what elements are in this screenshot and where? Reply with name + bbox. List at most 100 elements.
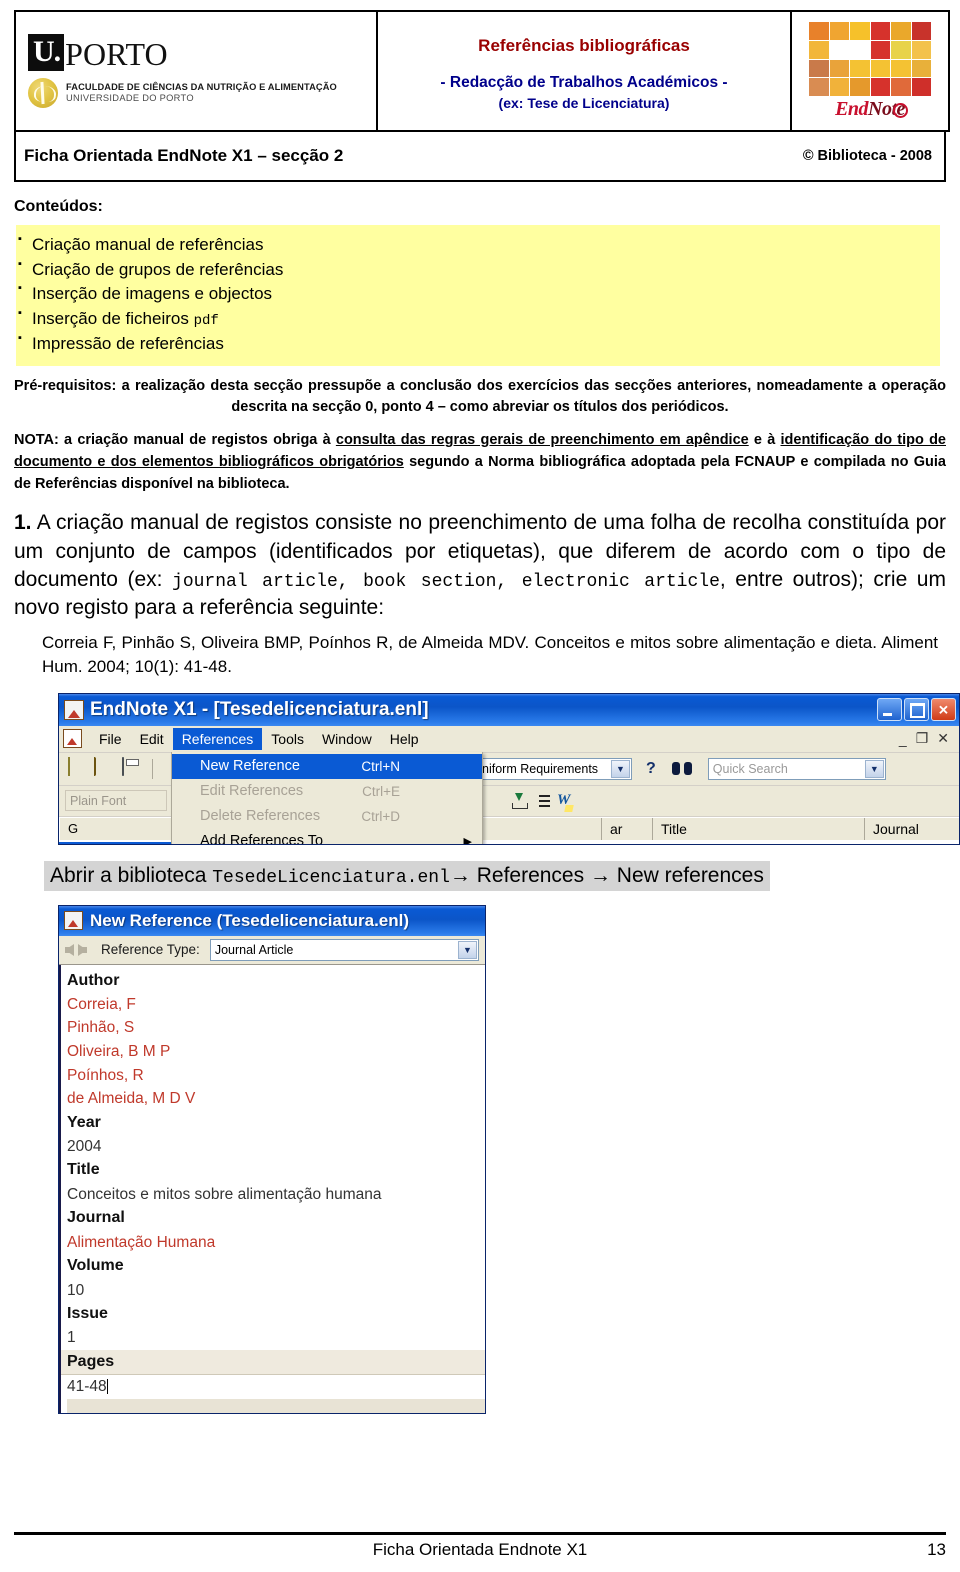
arrow-icon: → xyxy=(449,863,471,887)
nota-paragraph: NOTA: a criação manual de registos obrig… xyxy=(14,432,946,492)
field-value-title[interactable]: Conceitos e mitos sobre alimentação huma… xyxy=(67,1183,485,1207)
dialog-footer-strip xyxy=(67,1398,485,1413)
reference-type-combo[interactable]: Journal Article ▼ xyxy=(209,938,479,961)
section-title: Ficha Orientada EndNote X1 – secção 2 xyxy=(24,146,344,165)
field-value-author[interactable]: Oliveira, B M P xyxy=(67,1040,485,1064)
menu-help[interactable]: Help xyxy=(381,728,428,750)
menu-file[interactable]: File xyxy=(90,728,131,750)
field-value-author[interactable]: Pinhão, S xyxy=(67,1016,485,1040)
menu-item-edit-references[interactable]: Edit References Ctrl+E xyxy=(172,779,482,804)
faculty-name-line2: UNIVERSIDADE DO PORTO xyxy=(66,93,194,103)
uporto-logo: U. PORTO FACULDADE DE CIÊNCIAS DA NUTRIÇ… xyxy=(16,34,376,108)
contents-heading: Conteúdos: xyxy=(14,198,103,215)
row-title: The diagnosis and management of c... xyxy=(641,842,865,844)
word-icon[interactable]: W xyxy=(557,792,570,809)
header-title-cell: Referências bibliográficas - Redacção de… xyxy=(376,10,792,132)
chevron-down-icon[interactable]: ▼ xyxy=(611,759,630,778)
close-button[interactable]: ✕ xyxy=(931,698,956,722)
output-style-combo[interactable]: Uniform Requirements ▼ xyxy=(468,757,632,780)
contents-box: Criação manual de referências Criação de… xyxy=(16,225,940,367)
menu-item-add-references-to[interactable]: Add References To ▶ xyxy=(172,829,482,845)
step-number: 1. xyxy=(14,511,32,535)
field-label-year: Year xyxy=(67,1113,101,1131)
header-logo-cell: U. PORTO FACULDADE DE CIÊNCIAS DA NUTRIÇ… xyxy=(14,10,378,132)
mdi-close-button[interactable]: ✕ xyxy=(937,730,949,747)
menu-window[interactable]: Window xyxy=(313,728,381,750)
field-value-author[interactable]: Correia, F xyxy=(67,993,485,1017)
step-1-paragraph: 1. A criação manual de registos consiste… xyxy=(14,511,946,619)
dialog-title-bar: New Reference (Tesedelicenciatura.enl) xyxy=(59,905,485,936)
field-value-volume[interactable]: 10 xyxy=(67,1279,485,1303)
column-header-year[interactable]: ar xyxy=(602,817,653,840)
field-value-journal[interactable]: Alimentação Humana xyxy=(67,1231,485,1255)
menu-references[interactable]: References xyxy=(172,727,263,750)
submenu-arrow-icon: ▶ xyxy=(463,835,472,845)
chevron-down-icon[interactable]: ▼ xyxy=(864,759,884,778)
faculty-name-line1: FACULDADE DE CIÊNCIAS DA NUTRIÇÃO E ALIM… xyxy=(66,82,337,93)
maximize-button[interactable] xyxy=(904,698,929,722)
list-item: Criação de grupos de referências xyxy=(16,257,940,283)
reference-type-label: Reference Type: xyxy=(101,942,200,958)
arrow-icon: → xyxy=(589,863,611,887)
forward-arrow-icon[interactable] xyxy=(78,943,87,956)
row-journal: Pediatr xyxy=(865,842,959,844)
endnote-app-icon xyxy=(64,911,83,931)
column-header-title[interactable]: Title xyxy=(653,817,865,840)
field-value-issue[interactable]: 1 xyxy=(67,1326,485,1350)
copyright-label: © Biblioteca - 2008 xyxy=(802,148,932,164)
field-label-issue: Issue xyxy=(67,1305,108,1323)
menu-edit[interactable]: Edit xyxy=(131,728,173,750)
quick-search-placeholder: Quick Search xyxy=(712,761,788,776)
field-label-volume: Volume xyxy=(67,1257,124,1275)
field-value-author[interactable]: Poínhos, R xyxy=(67,1064,485,1088)
export-icon[interactable] xyxy=(511,792,528,809)
faculty-seal-icon xyxy=(28,78,58,108)
window-controls: ✕ xyxy=(877,698,956,722)
binoculars-icon[interactable] xyxy=(671,761,692,776)
list-icon[interactable] xyxy=(534,794,550,808)
menu-item-new-reference[interactable]: New Reference Ctrl+N xyxy=(172,753,482,779)
reference-type-value: Journal Article xyxy=(214,942,294,957)
help-icon[interactable]: ? xyxy=(646,760,656,778)
menu-item-delete-references[interactable]: Delete References Ctrl+D xyxy=(172,804,482,829)
open-library-icon[interactable] xyxy=(93,756,115,780)
app-menu-bar: File Edit References Tools Window Help _… xyxy=(59,725,959,753)
endnote-mosaic-image xyxy=(809,22,931,96)
nota-underline-1: consulta das regras gerais de preenchime… xyxy=(335,432,749,449)
list-item: Inserção de ficheiros pdf xyxy=(16,306,940,332)
document-subtitle-1: - Redacção de Trabalhos Académicos - xyxy=(440,73,728,91)
quick-search-input[interactable]: Quick Search ▼ xyxy=(707,757,886,780)
field-value-author[interactable]: de Almeida, M D V xyxy=(67,1087,485,1111)
row-year: 05 xyxy=(591,842,641,844)
print-icon[interactable] xyxy=(121,756,143,780)
mdi-minimize-button[interactable]: _ xyxy=(899,731,907,747)
field-value-pages[interactable]: 41-48 xyxy=(61,1374,485,1399)
toolbar-separator xyxy=(152,758,153,779)
app-window-title: EndNote X1 - [Tesedelicenciatura.enl] xyxy=(90,698,429,720)
field-value-year[interactable]: 2004 xyxy=(67,1135,485,1159)
citation-reference: Correia F, Pinhão S, Oliveira BMP, Poính… xyxy=(42,632,938,676)
field-label-pages: Pages xyxy=(61,1349,485,1375)
minimize-button[interactable] xyxy=(877,698,902,722)
uporto-u-mark: U. xyxy=(28,34,65,71)
contents-list: Criação manual de referências Criação de… xyxy=(16,232,940,356)
shortcut-label: Ctrl+D xyxy=(361,808,400,824)
document-page: U. PORTO FACULDADE DE CIÊNCIAS DA NUTRIÇ… xyxy=(0,10,960,1572)
list-item: Criação manual de referências xyxy=(16,232,940,258)
footer-divider xyxy=(14,1532,946,1535)
header-table: U. PORTO FACULDADE DE CIÊNCIAS DA NUTRIÇ… xyxy=(14,10,950,132)
references-dropdown-menu: New Reference Ctrl+N Edit References Ctr… xyxy=(171,751,483,845)
column-header-journal[interactable]: Journal xyxy=(865,818,959,840)
new-library-icon[interactable] xyxy=(65,756,87,780)
prerequisites-paragraph: Pré-requisitos: a realização desta secçã… xyxy=(14,378,946,416)
endnote-wordmark: EndNote xyxy=(835,98,908,120)
chevron-down-icon[interactable]: ▼ xyxy=(458,940,477,959)
field-label-author: Author xyxy=(67,971,120,989)
field-label-journal: Journal xyxy=(67,1209,125,1227)
menu-tools[interactable]: Tools xyxy=(262,728,313,750)
mdi-restore-button[interactable]: ❐ xyxy=(916,730,929,747)
endnote-app-icon xyxy=(64,699,84,720)
document-subtitle-2: (ex: Tese de Licenciatura) xyxy=(498,94,670,111)
plain-font-combo[interactable]: Plain Font xyxy=(65,790,167,812)
back-arrow-icon[interactable] xyxy=(65,943,74,956)
